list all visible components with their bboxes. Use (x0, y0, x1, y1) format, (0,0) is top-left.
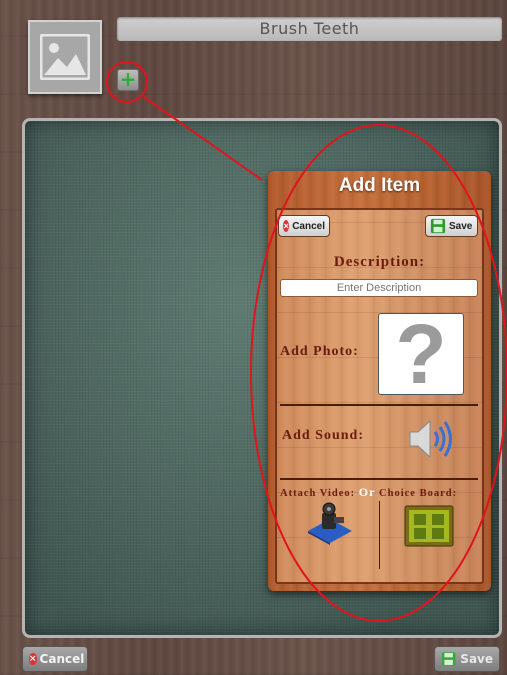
question-mark-icon: ? (395, 307, 447, 401)
cancel-button[interactable]: × Cancel (22, 646, 88, 672)
divider (280, 478, 478, 480)
or-text: Or (358, 485, 376, 499)
x-circle-icon: × (283, 220, 290, 232)
grid-board-icon[interactable] (404, 505, 454, 547)
divider-vertical (379, 501, 380, 569)
video-camera-icon[interactable] (306, 501, 354, 545)
cancel-button-label: Cancel (39, 652, 85, 666)
floppy-disk-icon (441, 652, 456, 666)
dialog-save-button[interactable]: Save (425, 215, 478, 237)
dialog-save-label: Save (449, 220, 473, 232)
add-item-button[interactable]: + (117, 69, 139, 91)
add-item-dialog: Add Item × Cancel Save Description: Add … (268, 171, 491, 591)
attach-video-label: Attach Video: Or Choice Board: (280, 485, 457, 500)
save-button-label: Save (460, 652, 493, 666)
plus-icon: + (119, 67, 137, 91)
activity-title[interactable]: Brush Teeth (117, 17, 502, 41)
speaker-icon[interactable] (408, 418, 456, 460)
dialog-title: Add Item (338, 175, 421, 196)
dialog-cancel-label: Cancel (292, 220, 325, 232)
save-button[interactable]: Save (434, 646, 500, 672)
floppy-disk-icon (430, 218, 446, 234)
choice-board-text: Choice Board: (379, 488, 458, 499)
divider (280, 404, 478, 406)
dialog-cancel-button[interactable]: × Cancel (278, 215, 330, 237)
description-label: Description: (333, 254, 426, 270)
attach-video-text: Attach Video: (280, 488, 356, 499)
add-sound-label: Add Sound: (282, 428, 364, 443)
item-image-thumbnail[interactable] (28, 20, 102, 94)
add-photo-label: Add Photo: (280, 344, 359, 359)
image-placeholder-icon (40, 34, 90, 80)
x-circle-icon: × (29, 653, 37, 665)
description-input[interactable] (280, 279, 478, 297)
add-photo-button[interactable]: ? (378, 307, 464, 401)
